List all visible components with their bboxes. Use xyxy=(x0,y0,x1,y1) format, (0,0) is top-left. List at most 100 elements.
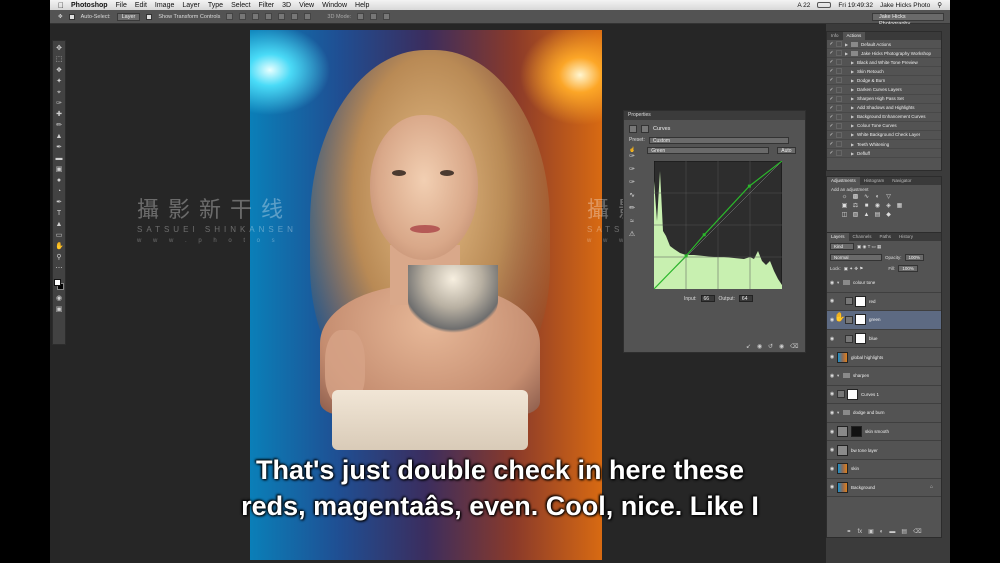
input-field[interactable]: 66 xyxy=(700,295,715,302)
tab-paths[interactable]: Paths xyxy=(876,233,896,241)
levels-icon[interactable]: ▩ xyxy=(852,194,859,201)
action-item[interactable]: ✓ ▶ Teeth Whitening xyxy=(827,140,941,150)
black-eyedropper-icon[interactable]: ✑ xyxy=(628,153,636,161)
action-item[interactable]: ✓ ▶ Jake Hicks Photography Workshop xyxy=(827,49,941,59)
action-item[interactable]: ✓ ▶ Add Shadows and Highlights xyxy=(827,104,941,113)
tab-adjustments[interactable]: Adjustments xyxy=(827,177,860,185)
curve-point-icon[interactable]: ∿ xyxy=(628,192,636,200)
menu-filter[interactable]: Filter xyxy=(259,2,275,9)
menu-layer[interactable]: Layer xyxy=(182,2,200,9)
layer-row[interactable]: ◉ red xyxy=(827,293,941,312)
dialog-toggle[interactable] xyxy=(836,68,842,75)
clone-stamp-icon[interactable]: ▲ xyxy=(55,133,63,140)
status-clock[interactable]: Fri 19:49:32 xyxy=(838,2,873,9)
clipping-warning-icon[interactable]: ⚠ xyxy=(628,231,636,239)
menu-3d[interactable]: 3D xyxy=(282,2,291,9)
healing-brush-icon[interactable]: ✚ xyxy=(55,111,63,118)
channel-dropdown[interactable]: Green xyxy=(647,146,770,154)
link-icon[interactable]: ⚭ xyxy=(846,528,851,535)
filter-icons[interactable]: ▣ ◉ T ▭ ▦ xyxy=(857,244,881,250)
action-check-icon[interactable]: ✓ xyxy=(827,87,836,93)
lock-icons[interactable]: ▣ ✦ ✥ ⚑ xyxy=(844,266,864,272)
crop-tool-icon[interactable]: ⌖ xyxy=(55,89,63,96)
fill-field[interactable]: 100% xyxy=(898,265,918,272)
path-select-icon[interactable]: ▲ xyxy=(55,221,63,228)
visibility-icon[interactable]: ◉ xyxy=(779,344,786,350)
blur-tool-icon[interactable]: ● xyxy=(55,177,63,184)
3d-rotate-icon[interactable] xyxy=(357,13,365,20)
status-user[interactable]: Jake Hicks Photo xyxy=(880,2,930,9)
gradient-tool-icon[interactable]: ▣ xyxy=(55,166,63,173)
action-item[interactable]: ✓ ▶ Default Actions xyxy=(827,40,941,50)
new-group-icon[interactable]: ▬ xyxy=(889,529,895,535)
tab-actions[interactable]: Actions xyxy=(842,32,866,40)
invert-icon[interactable]: ◫ xyxy=(841,212,848,219)
auto-select-dropdown[interactable]: Layer xyxy=(116,12,141,21)
curve-control-point[interactable] xyxy=(684,254,688,258)
eraser-tool-icon[interactable]: ▬ xyxy=(55,155,63,162)
menu-help[interactable]: Help xyxy=(355,2,369,9)
brush-tool-icon[interactable]: ✏ xyxy=(55,122,63,129)
history-brush-icon[interactable]: ✒ xyxy=(55,144,63,151)
action-check-icon[interactable]: ✓ xyxy=(827,77,836,83)
auto-select-checkbox[interactable] xyxy=(68,13,75,20)
brightness-icon[interactable]: ☼ xyxy=(841,194,848,201)
layer-mask-thumb[interactable] xyxy=(847,388,858,400)
white-eyedropper-icon[interactable]: ✑ xyxy=(628,179,636,187)
dialog-toggle[interactable] xyxy=(836,104,842,111)
dialog-toggle[interactable] xyxy=(836,95,842,102)
layer-visibility-icon[interactable]: ◉ xyxy=(827,373,837,379)
action-item[interactable]: ✓ ▶ Black and White Tone Preview xyxy=(827,58,941,68)
posterize-icon[interactable]: ▧ xyxy=(852,212,859,219)
dialog-toggle[interactable] xyxy=(836,59,842,66)
dialog-toggle[interactable] xyxy=(836,113,842,120)
opacity-field[interactable]: 100% xyxy=(904,254,925,261)
align-bottom-icon[interactable] xyxy=(252,13,260,20)
align-middle-icon[interactable] xyxy=(239,13,247,20)
trash-icon[interactable]: ⌫ xyxy=(913,528,921,535)
action-check-icon[interactable]: ✓ xyxy=(827,123,836,129)
smooth-icon[interactable]: ≈ xyxy=(628,218,636,226)
zoom-tool-icon[interactable]: ⚲ xyxy=(55,254,63,261)
color-lookup-icon[interactable]: ▦ xyxy=(896,203,903,210)
layer-visibility-icon[interactable]: ◉ xyxy=(827,280,837,286)
selective-color-icon[interactable]: ◆ xyxy=(885,212,892,219)
distribute-icon[interactable] xyxy=(304,13,312,20)
shape-tool-icon[interactable]: ▭ xyxy=(55,232,63,239)
layer-row[interactable]: ◉ Curves 1 xyxy=(827,386,941,405)
dialog-toggle[interactable] xyxy=(836,122,842,129)
view-previous-icon[interactable]: ◉ xyxy=(757,344,764,350)
layer-row[interactable]: ◉ blue xyxy=(827,330,941,349)
blend-mode-dropdown[interactable]: Normal xyxy=(830,254,882,261)
layer-mask-thumb[interactable] xyxy=(855,333,866,345)
status-adobe[interactable]: A 22 xyxy=(797,2,810,9)
exposure-icon[interactable]: ◐ xyxy=(874,194,881,201)
new-adjustment-icon[interactable]: ◐ xyxy=(880,529,884,535)
layer-mask-thumb[interactable] xyxy=(851,426,862,438)
menu-type[interactable]: Type xyxy=(208,2,223,9)
output-field[interactable]: 64 xyxy=(738,295,753,302)
gradient-map-icon[interactable]: ▤ xyxy=(874,212,881,219)
gray-eyedropper-icon[interactable]: ✑ xyxy=(628,166,636,174)
threshold-icon[interactable]: ▲ xyxy=(863,212,870,219)
show-transform-checkbox[interactable] xyxy=(146,13,153,20)
menu-select[interactable]: Select xyxy=(231,2,250,9)
dialog-toggle[interactable] xyxy=(836,41,842,48)
curve-control-point[interactable] xyxy=(747,184,751,188)
hue-saturation-icon[interactable]: ▣ xyxy=(841,203,848,210)
action-check-icon[interactable]: ✓ xyxy=(827,68,836,74)
action-item[interactable]: ✓ ▶ Background Enhancement Curves xyxy=(827,113,941,122)
action-item[interactable]: ✓ ▶ Dodge & Burn xyxy=(827,76,941,86)
search-icon[interactable]: ⚲ xyxy=(937,1,942,9)
auto-button[interactable]: Auto xyxy=(777,146,796,154)
action-item[interactable]: ✓ ▶ Colour Tone Curves xyxy=(827,122,941,131)
curve-control-point[interactable] xyxy=(702,233,706,237)
pen-tool-icon[interactable]: ✒ xyxy=(55,199,63,206)
menu-image[interactable]: Image xyxy=(155,2,174,9)
workspace-dropdown[interactable]: Jake Hicks Photography xyxy=(872,13,944,27)
align-center-icon[interactable] xyxy=(278,13,286,20)
dialog-toggle[interactable] xyxy=(836,141,842,148)
move-tool-icon[interactable]: ✥ xyxy=(58,14,63,20)
quick-select-tool-icon[interactable]: ✦ xyxy=(55,78,63,85)
foreground-color[interactable] xyxy=(54,279,61,286)
